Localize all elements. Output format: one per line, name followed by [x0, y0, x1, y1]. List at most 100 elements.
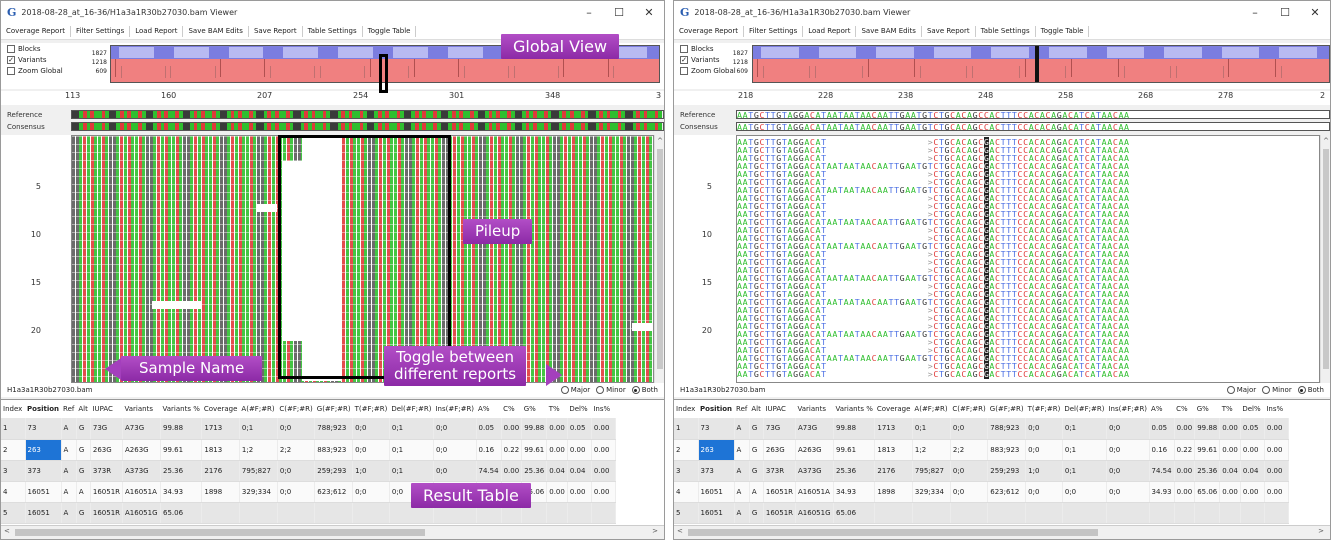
table-cell[interactable]: 0;1: [389, 439, 434, 461]
column-header[interactable]: A%: [1149, 400, 1175, 418]
table-cell[interactable]: 1;2: [239, 439, 278, 461]
table-cell[interactable]: 0.04: [546, 460, 568, 482]
table-cell[interactable]: G: [76, 502, 91, 524]
table-cell[interactable]: 2: [674, 439, 699, 461]
column-header[interactable]: Coverage: [874, 400, 913, 418]
checkbox-box[interactable]: [7, 67, 15, 75]
scroll-left-icon[interactable]: <: [4, 527, 10, 535]
radio-major[interactable]: Major: [560, 386, 590, 394]
column-header[interactable]: C%: [501, 400, 522, 418]
table-cell[interactable]: 2;2: [277, 439, 316, 461]
column-header[interactable]: Variants %: [833, 400, 875, 418]
menu-coverage-report[interactable]: Coverage Report: [674, 25, 744, 37]
table-cell[interactable]: 0;1: [239, 418, 278, 440]
table-cell[interactable]: 0;0: [433, 439, 477, 461]
table-cell[interactable]: 2176: [874, 460, 913, 482]
table-cell[interactable]: A: [61, 502, 77, 524]
table-cell[interactable]: A: [734, 502, 750, 524]
table-cell[interactable]: 0.05: [1149, 418, 1175, 440]
table-cell[interactable]: [352, 502, 390, 524]
table-cell[interactable]: 0.16: [476, 439, 502, 461]
table-cell[interactable]: [1025, 502, 1063, 524]
column-header[interactable]: Ins%: [1264, 400, 1289, 418]
table-cell[interactable]: 0;0: [1025, 418, 1063, 440]
table-row[interactable]: 3 373 A G 373R A373G 25.36 2176 795;827 0;0 259;29…: [1, 460, 616, 482]
table-cell[interactable]: 1713: [201, 418, 240, 440]
pileup-vertical-scrollbar[interactable]: ^: [654, 135, 664, 383]
table-cell[interactable]: 263: [698, 439, 735, 461]
table-cell[interactable]: 0;0: [950, 460, 989, 482]
menu-coverage-report[interactable]: Coverage Report: [1, 25, 71, 37]
checkbox-box[interactable]: [680, 67, 688, 75]
column-header[interactable]: Position: [698, 400, 735, 418]
table-cell[interactable]: 0.05: [1240, 418, 1265, 440]
scroll-right-icon[interactable]: >: [652, 527, 658, 535]
menu-save-report[interactable]: Save Report: [922, 25, 976, 37]
table-cell[interactable]: 1813: [201, 439, 240, 461]
column-header[interactable]: T(#F;#R): [352, 400, 390, 418]
checkbox-blocks[interactable]: Blocks: [680, 45, 714, 53]
table-cell[interactable]: 99.61: [1194, 439, 1221, 461]
table-cell[interactable]: 623;612: [314, 481, 354, 503]
checkmark-icon[interactable]: ✓: [680, 56, 688, 64]
column-header[interactable]: T%: [1219, 400, 1241, 418]
table-cell[interactable]: 2: [1, 439, 26, 461]
table-cell[interactable]: 788;923: [987, 418, 1027, 440]
table-cell[interactable]: [239, 502, 278, 524]
menu-toggle-table[interactable]: Toggle Table: [1036, 25, 1090, 37]
table-cell[interactable]: 99.88: [1194, 418, 1221, 440]
table-cell[interactable]: [201, 502, 240, 524]
table-cell[interactable]: [1062, 502, 1107, 524]
table-cell[interactable]: 0.00: [1264, 418, 1289, 440]
table-cell[interactable]: 16051: [25, 502, 62, 524]
table-cell[interactable]: 329;334: [912, 481, 951, 503]
column-header[interactable]: Position: [25, 400, 62, 418]
table-cell[interactable]: G: [749, 502, 764, 524]
scroll-right-icon[interactable]: >: [1318, 527, 1324, 535]
column-header[interactable]: Index: [674, 400, 698, 418]
table-cell[interactable]: 0;0: [1025, 439, 1063, 461]
table-cell[interactable]: 0.00: [1174, 481, 1196, 503]
table-cell[interactable]: 16051R: [763, 481, 797, 503]
table-cell[interactable]: [567, 502, 592, 524]
table-cell[interactable]: A16051G: [795, 502, 835, 524]
table-horizontal-scrollbar[interactable]: < >: [674, 525, 1330, 537]
column-header[interactable]: A(#F;#R): [912, 400, 951, 418]
table-cell[interactable]: A: [734, 439, 750, 461]
table-cell[interactable]: [1194, 502, 1221, 524]
table-cell[interactable]: 16051: [698, 502, 735, 524]
table-cell[interactable]: 1;0: [352, 460, 390, 482]
table-cell[interactable]: 3: [1, 460, 26, 482]
table-cell[interactable]: 16051: [25, 481, 62, 503]
column-header[interactable]: C%: [1174, 400, 1195, 418]
table-cell[interactable]: 1898: [201, 481, 240, 503]
table-cell[interactable]: 0;0: [277, 481, 316, 503]
table-cell[interactable]: G: [749, 418, 764, 440]
table-cell[interactable]: 263: [25, 439, 62, 461]
table-cell[interactable]: 0.04: [1219, 460, 1241, 482]
table-cell[interactable]: 259;293: [987, 460, 1027, 482]
table-cell[interactable]: A: [61, 439, 77, 461]
radio-major[interactable]: Major: [1226, 386, 1256, 394]
table-cell[interactable]: [314, 502, 354, 524]
table-row[interactable]: 2 263 A G 263G A263G 99.61 1813 1;2 2;2 883;923 0;0…: [1, 439, 616, 461]
table-cell[interactable]: A: [734, 460, 750, 482]
table-row[interactable]: 1 73 A G 73G A73G 99.88 1713 0;1 0;0 788;923 0;0 0;1…: [1, 418, 616, 440]
table-cell[interactable]: G: [76, 418, 91, 440]
checkbox-variants[interactable]: ✓ Variants: [680, 56, 719, 64]
table-cell[interactable]: A: [61, 418, 77, 440]
table-cell[interactable]: 25.36: [833, 460, 876, 482]
table-cell[interactable]: A373G: [122, 460, 162, 482]
column-header[interactable]: T(#F;#R): [1025, 400, 1063, 418]
column-header[interactable]: Del%: [1240, 400, 1265, 418]
table-cell[interactable]: 0.00: [591, 418, 616, 440]
checkmark-icon[interactable]: ✓: [7, 56, 15, 64]
radio-minor[interactable]: Minor: [596, 386, 626, 394]
menu-load-report[interactable]: Load Report: [130, 25, 184, 37]
table-cell[interactable]: [1264, 502, 1289, 524]
table-cell[interactable]: A: [61, 481, 77, 503]
table-cell[interactable]: [1174, 502, 1196, 524]
column-header[interactable]: Alt: [749, 400, 764, 418]
column-header[interactable]: Alt: [76, 400, 91, 418]
table-cell[interactable]: G: [76, 439, 91, 461]
